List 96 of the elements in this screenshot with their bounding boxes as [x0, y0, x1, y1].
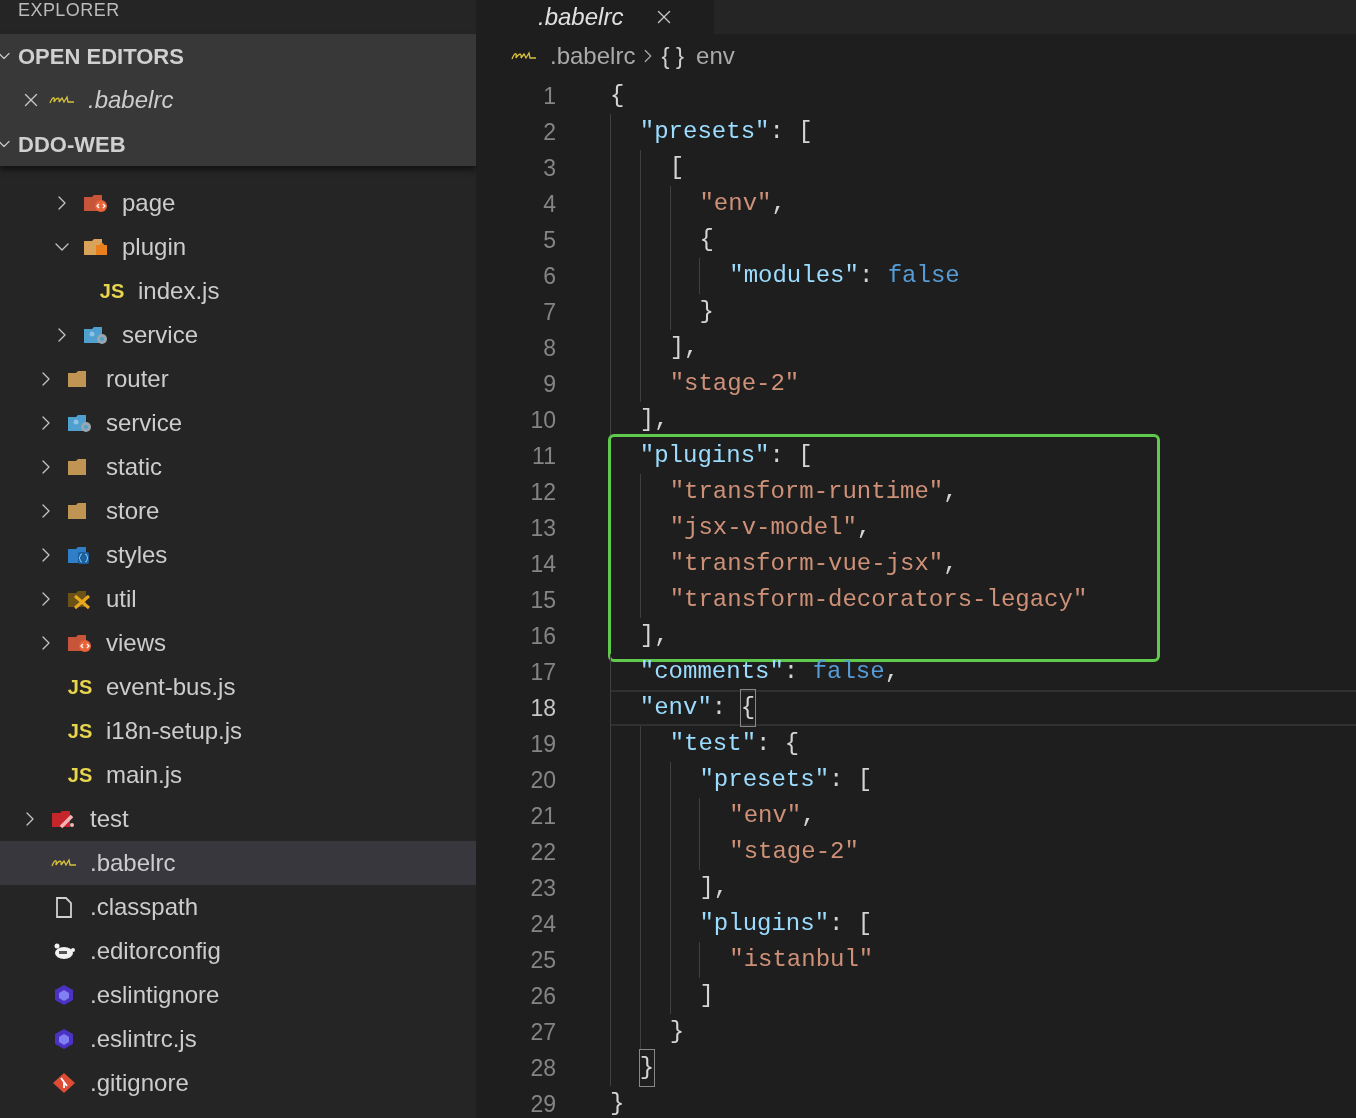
- code-line: "test": {: [610, 726, 1356, 762]
- line-number: 12: [529, 477, 556, 507]
- gear-folder-icon: [83, 324, 109, 346]
- code-line: }: [610, 1050, 1356, 1086]
- code-line: ],: [610, 618, 1356, 654]
- line-number: 29: [529, 1089, 556, 1118]
- line-number: 25: [529, 945, 556, 975]
- tree-item[interactable]: static: [0, 445, 476, 489]
- code-line: "env",: [610, 186, 1356, 222]
- tree-item[interactable]: .editorconfig: [0, 929, 476, 973]
- code-line: "transform-vue-jsx",: [610, 546, 1356, 582]
- tree-item[interactable]: JS event-bus.js: [0, 665, 476, 709]
- tree-item[interactable]: page: [0, 181, 476, 225]
- js-icon: JS: [67, 765, 93, 785]
- tree-item[interactable]: service: [0, 313, 476, 357]
- line-number: 14: [529, 549, 556, 579]
- line-number: 18: [529, 693, 556, 723]
- line-number: 19: [529, 729, 556, 759]
- code-line: "presets": [: [610, 762, 1356, 798]
- tree-item[interactable]: .gitignore: [0, 1061, 476, 1105]
- line-number: 13: [529, 513, 556, 543]
- js-icon: JS: [67, 721, 93, 741]
- line-number: 11: [531, 441, 556, 471]
- code-line: }: [610, 294, 1356, 330]
- line-number: 8: [542, 333, 556, 363]
- line-number: 16: [529, 621, 556, 651]
- tree-item[interactable]: JS i18n-setup.js: [0, 709, 476, 753]
- editor-tab[interactable]: .babelrc: [476, 0, 714, 34]
- open-editor-item[interactable]: .babelrc: [0, 78, 476, 122]
- tree-item[interactable]: JS index.js: [0, 269, 476, 313]
- tree-item[interactable]: views: [0, 621, 476, 665]
- code-line: "transform-decorators-legacy": [610, 582, 1356, 618]
- line-number: 22: [529, 837, 556, 867]
- tree-item[interactable]: .eslintignore: [0, 973, 476, 1017]
- code-line: ],: [610, 870, 1356, 906]
- git-icon: [51, 1072, 77, 1094]
- line-number: 17: [529, 657, 556, 687]
- tree-item[interactable]: .babelrc: [0, 841, 476, 885]
- line-number: 7: [542, 297, 556, 327]
- code-folder-icon: [83, 192, 109, 214]
- code-line: "stage-2": [610, 834, 1356, 870]
- line-number: 1: [542, 81, 556, 111]
- tree-item[interactable]: test: [0, 797, 476, 841]
- line-number: 24: [529, 909, 556, 939]
- code-line: "stage-2": [610, 366, 1356, 402]
- section-header[interactable]: DDO-WEB: [0, 122, 476, 166]
- line-number: 23: [529, 873, 556, 903]
- js-icon: JS: [99, 281, 125, 301]
- line-number: 28: [529, 1053, 556, 1083]
- code-line: [: [610, 150, 1356, 186]
- breadcrumb-item[interactable]: env: [696, 38, 735, 74]
- tree-item[interactable]: JS main.js: [0, 753, 476, 797]
- tree-item[interactable]: .eslintrc.js: [0, 1017, 476, 1061]
- code-line: "comments": false,: [610, 654, 1356, 690]
- line-number: 21: [529, 801, 556, 831]
- code-line: "istanbul": [610, 942, 1356, 978]
- line-number: 20: [529, 765, 556, 795]
- line-number: 27: [529, 1017, 556, 1047]
- code-line: "jsx-v-model",: [610, 510, 1356, 546]
- tree-item[interactable]: service: [0, 401, 476, 445]
- line-number: 10: [529, 405, 556, 435]
- tree-item[interactable]: .classpath: [0, 885, 476, 929]
- section-header[interactable]: OPEN EDITORS: [0, 34, 476, 78]
- tree-item[interactable]: styles: [0, 533, 476, 577]
- line-number: 3: [542, 153, 556, 183]
- breadcrumb-item[interactable]: .babelrc: [550, 38, 636, 74]
- js-icon: JS: [67, 677, 93, 697]
- tree-item[interactable]: store: [0, 489, 476, 533]
- code-line: }: [610, 1014, 1356, 1050]
- code-line: {: [610, 81, 626, 111]
- code-line: "plugins": [: [610, 438, 1356, 474]
- code-line: }: [610, 1089, 626, 1118]
- line-number: 26: [529, 981, 556, 1011]
- line-number: 15: [529, 585, 556, 615]
- line-number: 4: [542, 189, 556, 219]
- code-line: "presets": [: [610, 114, 1356, 150]
- tree-item[interactable]: util: [0, 577, 476, 621]
- code-line: ]: [610, 978, 1356, 1014]
- code-line: "env": {: [610, 690, 1356, 726]
- line-number: 9: [542, 369, 556, 399]
- tree-item[interactable]: plugin: [0, 225, 476, 269]
- gear-folder-icon: [67, 412, 93, 434]
- code-line: ],: [610, 330, 1356, 366]
- code-line: "env",: [610, 798, 1356, 834]
- line-number: 2: [542, 117, 556, 147]
- tree-item[interactable]: router: [0, 357, 476, 401]
- code-line: ],: [610, 402, 1356, 438]
- explorer-title: EXPLORER: [18, 0, 120, 20]
- code-line: {: [610, 222, 1356, 258]
- code-folder-icon: [67, 632, 93, 654]
- code-line: "transform-runtime",: [610, 474, 1356, 510]
- braces-icon: { }: [661, 38, 685, 74]
- code-line: "plugins": [: [610, 906, 1356, 942]
- code-line: "modules": false: [610, 258, 1356, 294]
- line-number: 6: [542, 261, 556, 291]
- line-number: 5: [542, 225, 556, 255]
